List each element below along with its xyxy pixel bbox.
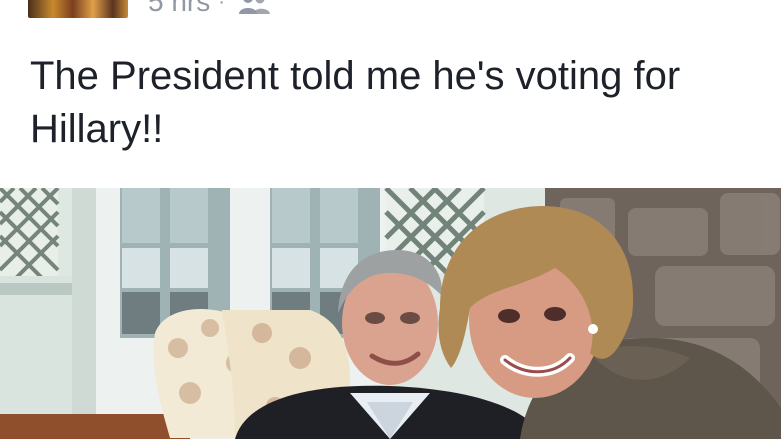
post-meta: 5 hrs · [148, 0, 273, 22]
post-timestamp[interactable]: 5 hrs [148, 0, 210, 18]
friends-icon[interactable] [235, 0, 273, 14]
author-avatar[interactable] [28, 0, 128, 18]
post-text: The President told me he's voting for Hi… [30, 54, 681, 151]
post-header: 5 hrs · [0, 0, 781, 40]
photo-image [0, 188, 781, 439]
post-photo[interactable] [0, 188, 781, 439]
facebook-post: 5 hrs · The President told me he's votin… [0, 0, 781, 439]
meta-separator: · [218, 0, 225, 13]
